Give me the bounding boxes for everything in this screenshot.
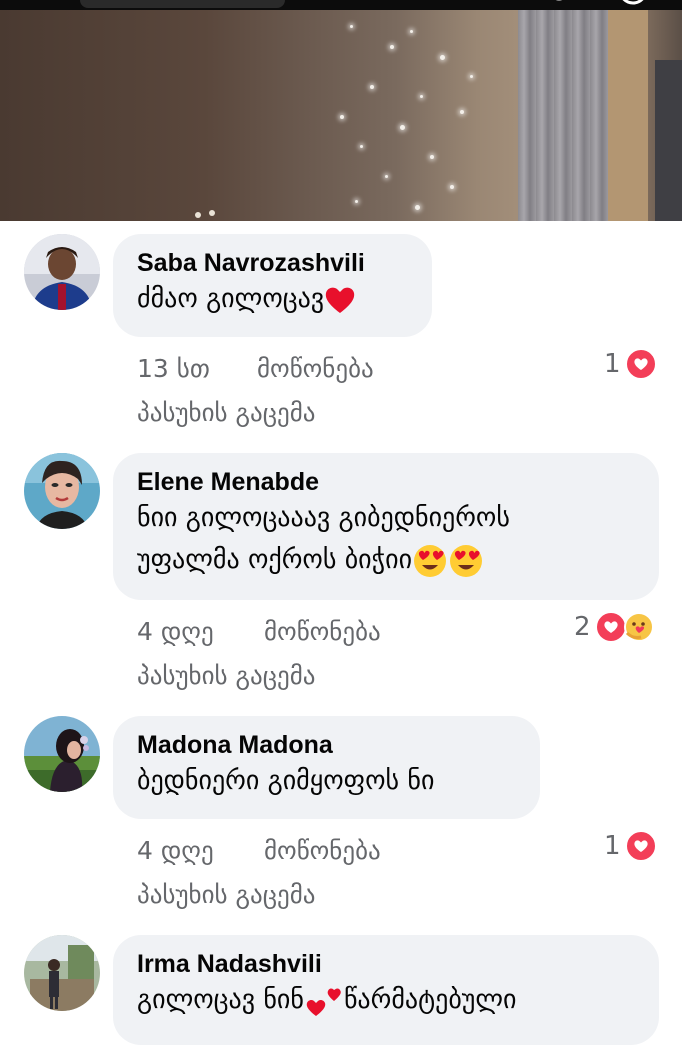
care-reaction-icon xyxy=(623,612,654,642)
comment-time: 13 სთ xyxy=(137,354,210,383)
love-reaction-icon xyxy=(624,348,657,380)
love-reaction-icon xyxy=(624,830,657,862)
video-player[interactable] xyxy=(0,0,682,221)
comment-text-line: ნიი გილოცააავ გიბედნიეროს xyxy=(137,503,510,533)
like-button[interactable]: მოწონება xyxy=(264,836,381,865)
comment-bubble[interactable]: Irma Nadashvili გილოცავ ნინ წარმატებული xyxy=(113,935,659,1045)
video-window xyxy=(655,60,682,221)
comment-time: 4 დღე xyxy=(137,836,214,865)
more-icon[interactable] xyxy=(618,0,648,8)
comment-text-line: გილოცავ ნინ xyxy=(137,985,304,1015)
video-curtain xyxy=(518,10,608,221)
comment-meta: 13 სთ მოწონება xyxy=(137,354,374,383)
like-button[interactable]: მოწონება xyxy=(257,354,374,383)
video-wall xyxy=(608,10,648,221)
video-progress-pill xyxy=(80,0,285,8)
avatar[interactable] xyxy=(24,716,100,792)
reaction-count: 1 xyxy=(604,831,621,861)
like-button[interactable]: მოწონება xyxy=(264,617,381,646)
comment-text: ძმაო გილოცავ xyxy=(137,278,408,320)
floor-light xyxy=(195,210,215,218)
comment-bubble[interactable]: Elene Menabde ნიი გილოცააავ გიბედნიეროს … xyxy=(113,453,659,600)
reaction-summary[interactable]: 1 xyxy=(604,830,657,862)
comment-text-line: წარმატებული xyxy=(343,985,517,1015)
avatar[interactable] xyxy=(24,234,100,310)
reply-button[interactable]: პასუხის გაცემა xyxy=(137,398,315,427)
comment-author[interactable]: Saba Navrozashvili xyxy=(137,248,408,278)
comment-text: ბედნიერი გიმყოფოს ნი xyxy=(137,760,516,802)
red-heart-emoji xyxy=(306,988,341,1016)
comment-bubble[interactable]: Saba Navrozashvili ძმაო გილოცავ xyxy=(113,234,432,337)
comment-meta: 4 დღე მოწონება xyxy=(137,617,381,646)
comment-author[interactable]: Madona Madona xyxy=(137,730,516,760)
avatar[interactable] xyxy=(24,935,100,1011)
avatar[interactable] xyxy=(24,453,100,529)
comment-author[interactable]: Elene Menabde xyxy=(137,467,635,497)
comment-time: 4 დღე xyxy=(137,617,214,646)
reaction-summary[interactable]: 1 xyxy=(604,348,657,380)
comment-bubble[interactable]: Madona Madona ბედნიერი გიმყოფოს ნი xyxy=(113,716,540,819)
comment-text: გილოცავ ნინ წარმატებული xyxy=(137,979,635,1021)
reaction-count: 2 xyxy=(574,612,591,642)
video-sparklers xyxy=(330,15,500,221)
reaction-summary[interactable]: 2 xyxy=(574,611,655,643)
comment-meta: 4 დღე მოწონება xyxy=(137,836,381,865)
reply-button[interactable]: პასუხის გაცემა xyxy=(137,661,315,690)
comment-text-line: უფალმა ოქროს ბიჭიი xyxy=(137,545,413,575)
heart-eyes-emoji xyxy=(414,544,447,577)
comment-text-line: ბედნიერი გიმყოფოს ნი xyxy=(137,766,435,796)
comment-text-line: ძმაო გილოცავ xyxy=(137,284,325,314)
reply-button[interactable]: პასუხის გაცემა xyxy=(137,880,315,909)
heart-eyes-emoji xyxy=(450,544,483,577)
comment-author[interactable]: Irma Nadashvili xyxy=(137,949,635,979)
search-icon[interactable] xyxy=(548,0,570,8)
red-heart-emoji xyxy=(325,287,355,313)
comment-text: ნიი გილოცააავ გიბედნიეროს უფალმა ოქროს ბ… xyxy=(137,497,635,581)
reaction-count: 1 xyxy=(604,349,621,379)
